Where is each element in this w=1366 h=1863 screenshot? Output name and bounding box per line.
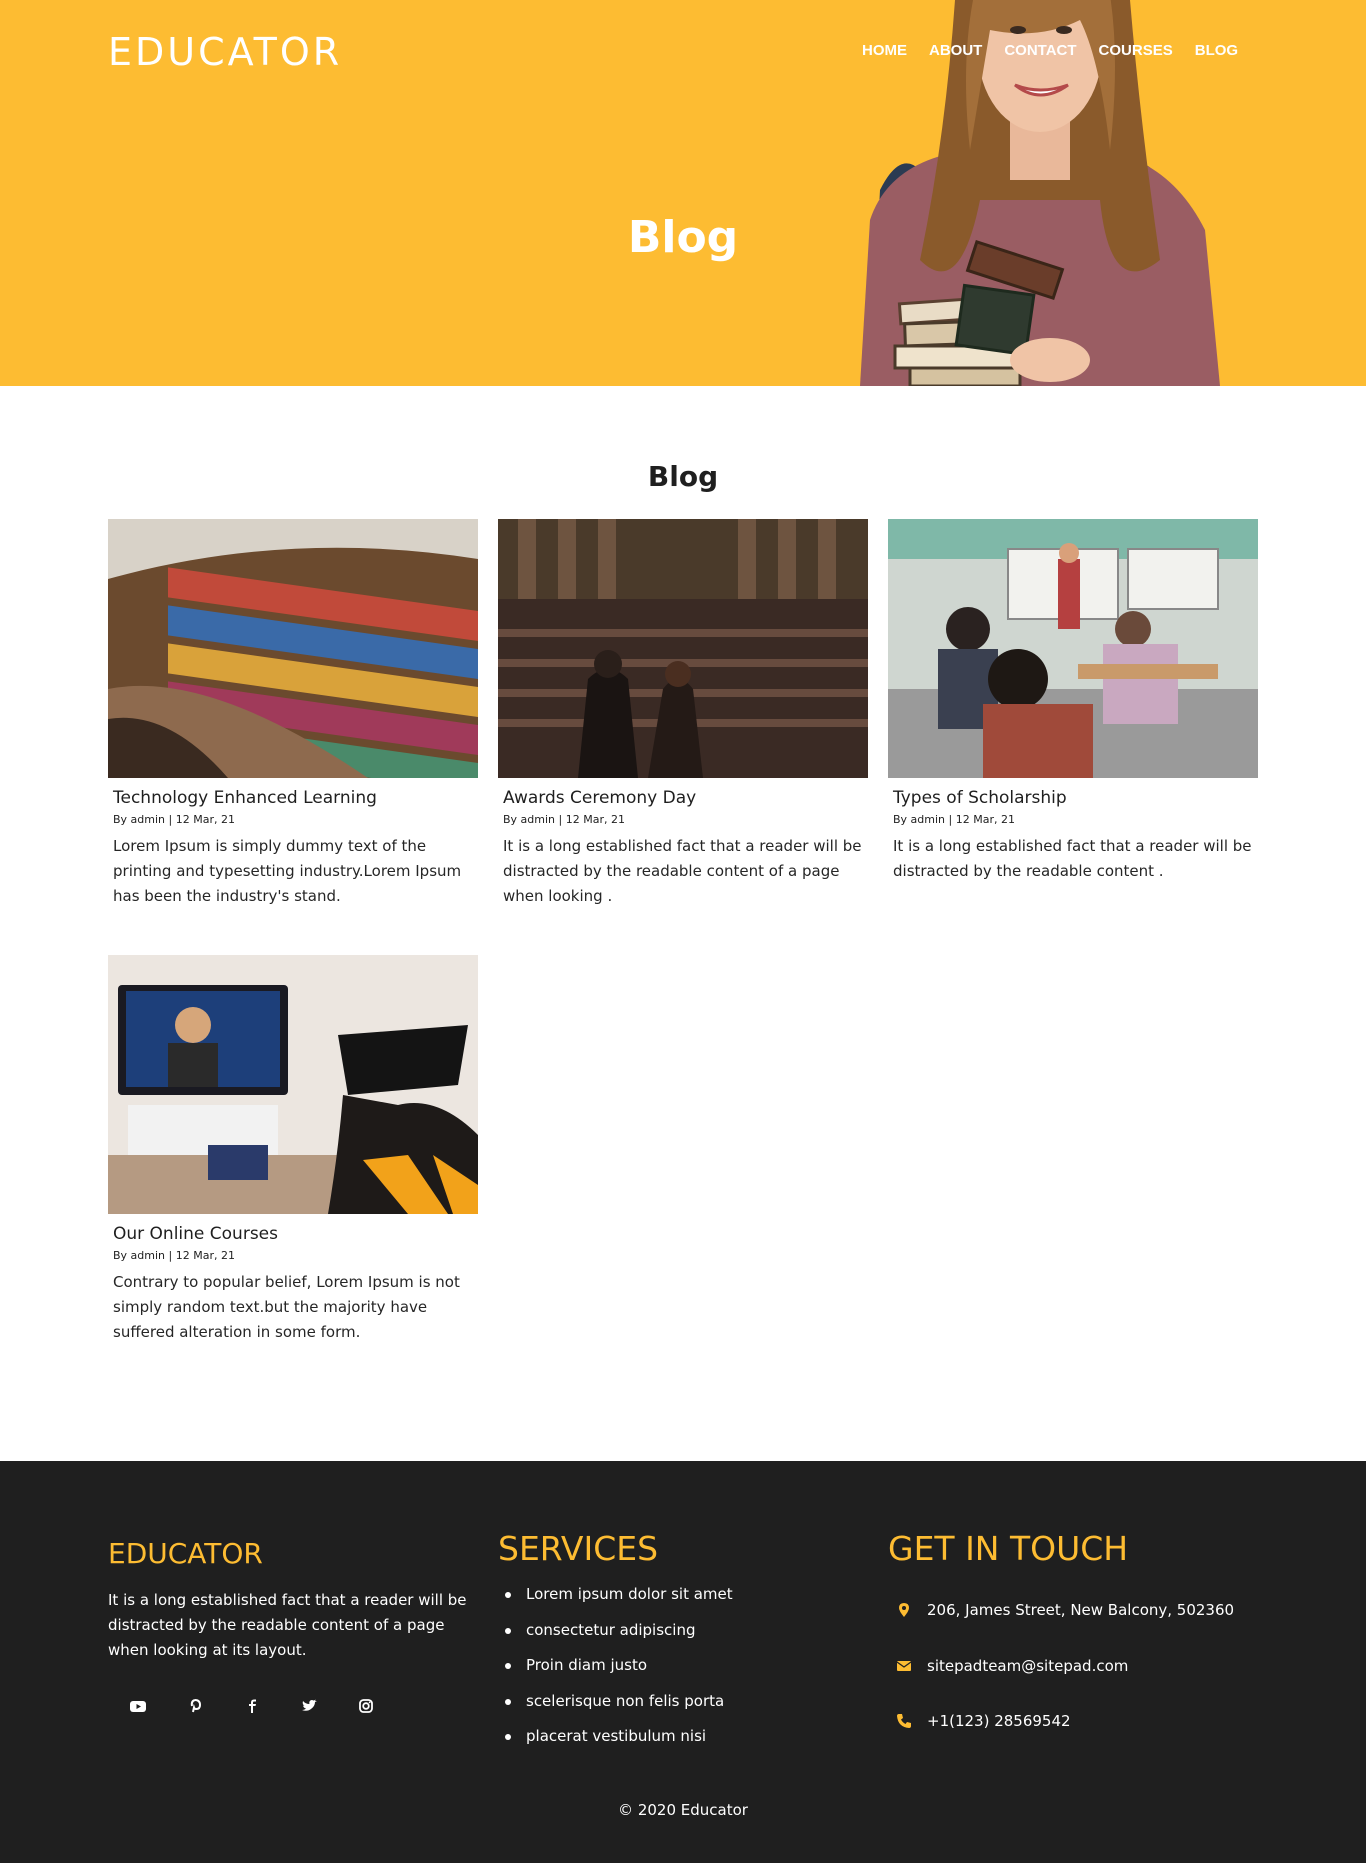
post-meta: By admin | 12 Mar, 21 — [113, 813, 235, 826]
services-heading: SERVICES — [498, 1529, 659, 1568]
copyright: © 2020 Educator — [618, 1801, 748, 1819]
auditorium-image[interactable] — [498, 519, 868, 778]
post-excerpt: It is a long established fact that a rea… — [893, 837, 1252, 880]
instagram-icon[interactable] — [356, 1696, 376, 1716]
main-nav: HOME ABOUT CONTACT COURSES BLOG — [862, 42, 1260, 59]
location-pin-icon — [899, 1603, 909, 1617]
contact-email[interactable]: sitepadteam@sitepad.com — [896, 1657, 1128, 1675]
nav-blog[interactable]: BLOG — [1195, 42, 1238, 59]
post-meta: By admin | 12 Mar, 21 — [893, 813, 1015, 826]
hero-title: Blog — [627, 212, 739, 263]
hero-banner: EDUCATOR HOME ABOUT CONTACT COURSES BLOG… — [0, 0, 1366, 386]
service-item[interactable]: placerat vestibulum nisi — [505, 1727, 733, 1763]
post-title[interactable]: Types of Scholarship — [893, 788, 1258, 808]
service-item[interactable]: Lorem ipsum dolor sit amet — [505, 1585, 733, 1621]
post-meta: By admin | 12 Mar, 21 — [503, 813, 625, 826]
social-links — [128, 1696, 413, 1716]
online-graduation-image[interactable] — [108, 955, 478, 1214]
facebook-icon[interactable] — [242, 1696, 262, 1716]
post-excerpt: Contrary to popular belief, Lorem Ipsum … — [113, 1273, 460, 1341]
blog-card[interactable]: Awards Ceremony Day By admin | 12 Mar, 2… — [498, 519, 868, 909]
post-excerpt: It is a long established fact that a rea… — [503, 837, 862, 905]
blog-card[interactable]: Types of Scholarship By admin | 12 Mar, … — [888, 519, 1258, 884]
phone-link[interactable]: +1(123) 28569542 — [927, 1712, 1071, 1730]
blog-card[interactable]: Technology Enhanced Learning By admin | … — [108, 519, 478, 909]
nav-courses[interactable]: COURSES — [1099, 42, 1173, 59]
nav-about[interactable]: ABOUT — [929, 42, 982, 59]
phone-icon — [897, 1714, 911, 1728]
site-logo[interactable]: EDUCATOR — [108, 30, 342, 74]
post-title[interactable]: Technology Enhanced Learning — [113, 788, 478, 808]
classroom-image[interactable] — [888, 519, 1258, 778]
post-title[interactable]: Awards Ceremony Day — [503, 788, 868, 808]
service-item[interactable]: consectetur adipiscing — [505, 1621, 733, 1657]
footer-about-text: It is a long established fact that a rea… — [108, 1591, 467, 1659]
email-link[interactable]: sitepadteam@sitepad.com — [927, 1657, 1128, 1675]
contact-address: 206, James Street, New Balcony, 502360 — [896, 1601, 1234, 1619]
contact-heading: GET IN TOUCH — [888, 1529, 1129, 1568]
site-footer: EDUCATOR It is a long established fact t… — [0, 1461, 1366, 1863]
library-image[interactable] — [108, 519, 478, 778]
contact-phone[interactable]: +1(123) 28569542 — [896, 1712, 1071, 1730]
envelope-icon — [896, 1661, 912, 1671]
service-item[interactable]: scelerisque non felis porta — [505, 1692, 733, 1728]
twitter-icon[interactable] — [299, 1696, 319, 1716]
footer-brand[interactable]: EDUCATOR — [108, 1537, 263, 1570]
post-title[interactable]: Our Online Courses — [113, 1224, 478, 1244]
nav-home[interactable]: HOME — [862, 42, 907, 59]
pinterest-icon[interactable] — [185, 1696, 205, 1716]
service-item[interactable]: Proin diam justo — [505, 1656, 733, 1692]
post-excerpt: Lorem Ipsum is simply dummy text of the … — [113, 837, 462, 905]
services-list: Lorem ipsum dolor sit amet consectetur a… — [505, 1585, 733, 1763]
youtube-icon[interactable] — [128, 1696, 148, 1716]
blog-card[interactable]: Our Online Courses By admin | 12 Mar, 21… — [108, 955, 478, 1345]
blog-section-title: Blog — [647, 460, 719, 493]
post-meta: By admin | 12 Mar, 21 — [113, 1249, 235, 1262]
nav-contact[interactable]: CONTACT — [1004, 42, 1076, 59]
address-text: 206, James Street, New Balcony, 502360 — [927, 1601, 1235, 1619]
